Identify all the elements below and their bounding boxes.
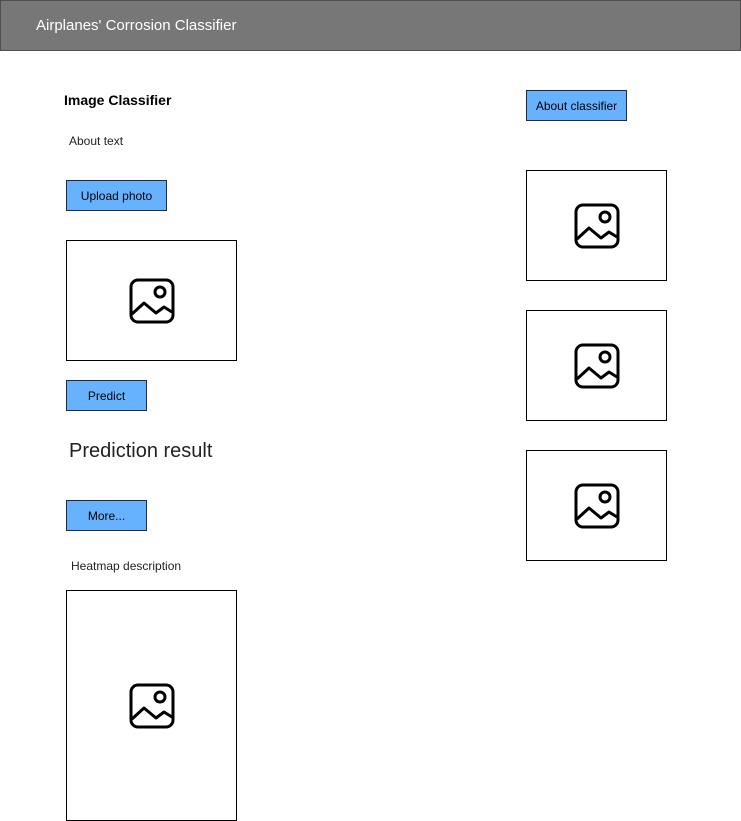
uploaded-image-placeholder bbox=[66, 240, 237, 361]
more-button[interactable]: More... bbox=[66, 500, 147, 531]
image-icon bbox=[574, 343, 619, 388]
image-icon bbox=[129, 683, 174, 728]
sidebar-image-2 bbox=[526, 310, 667, 421]
heatmap-image-placeholder bbox=[66, 590, 237, 821]
page-heading: Image Classifier bbox=[64, 92, 172, 108]
predict-button[interactable]: Predict bbox=[66, 380, 147, 411]
about-text: About text bbox=[69, 134, 124, 148]
upload-photo-button[interactable]: Upload photo bbox=[66, 180, 167, 211]
header-bar: Airplanes' Corrosion Classifier bbox=[0, 0, 741, 51]
page: Airplanes' Corrosion Classifier Image Cl… bbox=[0, 0, 741, 821]
app-title: Airplanes' Corrosion Classifier bbox=[36, 17, 237, 34]
sidebar-image-1 bbox=[526, 170, 667, 281]
prediction-result: Prediction result bbox=[69, 440, 213, 462]
image-icon bbox=[129, 278, 174, 323]
image-icon bbox=[574, 483, 619, 528]
about-classifier-button[interactable]: About classifier bbox=[526, 90, 627, 121]
sidebar-image-3 bbox=[526, 450, 667, 561]
heatmap-description: Heatmap description bbox=[71, 559, 182, 573]
image-icon bbox=[574, 203, 619, 248]
